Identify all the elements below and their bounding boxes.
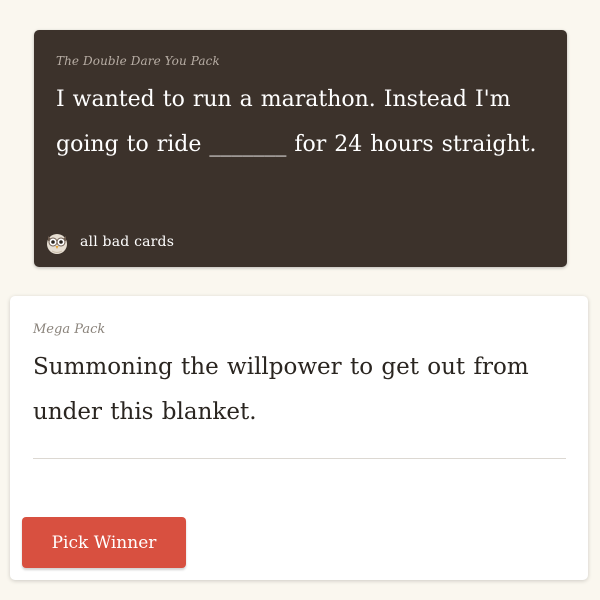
white-card-pack-name: Mega Pack [33, 322, 106, 337]
white-answer-card[interactable]: Mega Pack Summoning the willpower to get… [10, 296, 588, 580]
owl-icon [44, 229, 70, 255]
card-owner: all bad cards [44, 229, 174, 255]
black-card-prompt-text: I wanted to run a marathon. Instead I'm … [56, 87, 537, 157]
black-card-pack-name: The Double Dare You Pack [56, 54, 220, 68]
black-prompt-card: The Double Dare You Pack I wanted to run… [34, 30, 567, 267]
white-card-answer-text: Summoning the willpower to get out from … [33, 354, 529, 425]
pick-winner-button[interactable]: Pick Winner [22, 517, 186, 568]
game-screen: The Double Dare You Pack I wanted to run… [0, 0, 600, 600]
card-divider [33, 458, 566, 459]
card-owner-name: all bad cards [80, 234, 175, 250]
